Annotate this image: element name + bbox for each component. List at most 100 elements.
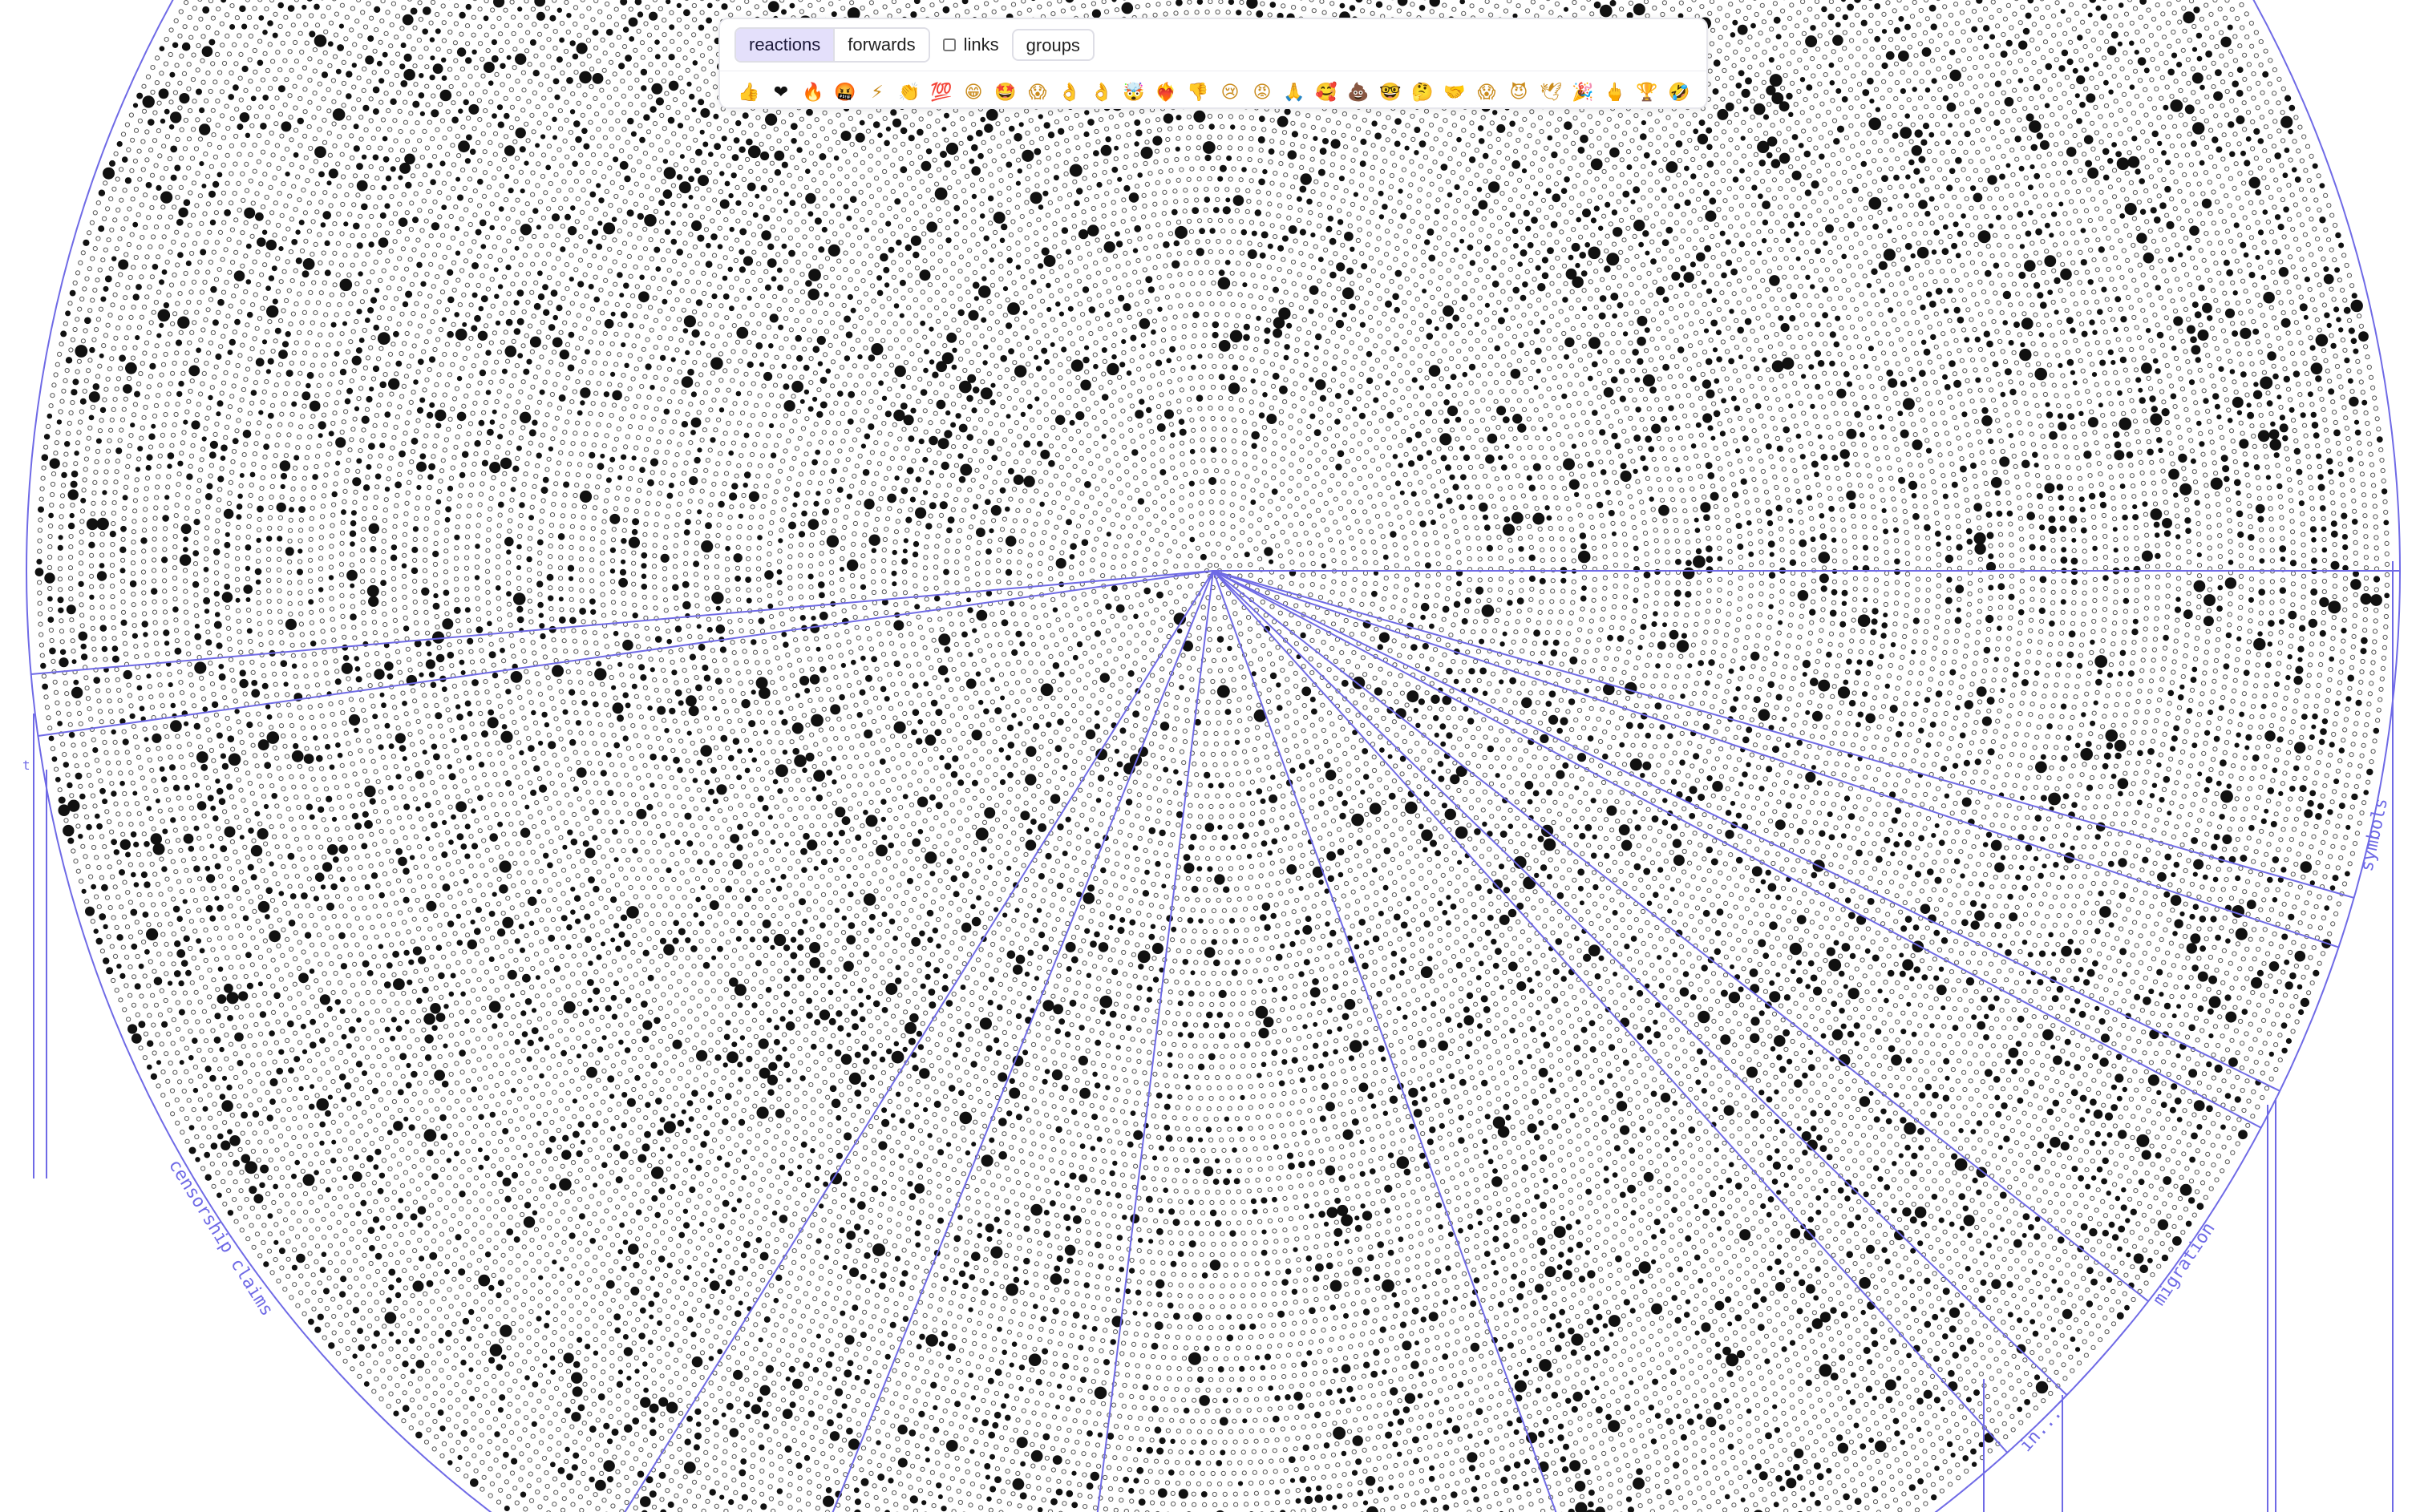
message-dot-1774 xyxy=(1162,328,1166,332)
message-dot-4811 xyxy=(930,266,934,270)
message-dot-862 xyxy=(1355,665,1359,669)
message-dot-426 xyxy=(1170,455,1174,459)
message-dot-3614 xyxy=(903,734,907,738)
message-dot-1370 xyxy=(1002,517,1006,521)
message-dot-3858 xyxy=(1318,213,1322,217)
message-dot-368 xyxy=(1135,649,1139,653)
message-dot-3959 xyxy=(1211,939,1217,945)
message-dot-3286 xyxy=(1470,790,1474,794)
message-dot-4734 xyxy=(913,297,917,301)
message-dot-2636 xyxy=(1209,270,1213,274)
message-dot-2102 xyxy=(1466,650,1470,654)
message-dot-3243 xyxy=(1488,372,1492,376)
message-dot-4926 xyxy=(1553,800,1557,804)
message-dot-2998 xyxy=(912,459,916,463)
message-dot-3360 xyxy=(876,621,880,625)
message-dot-4767 xyxy=(1220,165,1227,172)
message-dot-2658 xyxy=(1401,812,1405,816)
message-dot-2949 xyxy=(1111,871,1115,875)
message-dot-2061 xyxy=(1278,307,1290,319)
message-dot-1784 xyxy=(1264,327,1270,334)
message-dot-824 xyxy=(1187,398,1191,402)
message-dot-531 xyxy=(1093,511,1097,515)
message-dot-1716 xyxy=(1099,787,1103,791)
message-dot-1640 xyxy=(1030,418,1034,422)
message-dot-723 xyxy=(1160,722,1169,730)
message-dot-402 xyxy=(1133,661,1137,665)
message-dot-2762 xyxy=(1123,273,1127,277)
message-dot-4290 xyxy=(914,329,918,334)
message-dot-3705 xyxy=(1182,928,1186,932)
message-dot-4185 xyxy=(1433,879,1437,883)
message-dot-1924 xyxy=(1000,422,1004,427)
message-dot-86 xyxy=(1210,510,1214,514)
message-dot-3654 xyxy=(1567,632,1571,636)
message-dot-4218 xyxy=(1105,936,1109,940)
message-dot-3937 xyxy=(1427,871,1431,875)
message-dot-734 xyxy=(1073,655,1078,661)
message-dot-3038 xyxy=(1483,755,1487,759)
message-dot-191 xyxy=(1207,648,1211,652)
message-dot-2646 xyxy=(1309,285,1319,295)
message-dot-1290 xyxy=(1398,463,1403,468)
message-dot-4595 xyxy=(1599,677,1603,681)
message-dot-1859 xyxy=(1329,797,1333,801)
message-dot-2966 xyxy=(966,773,970,777)
message-dot-2960 xyxy=(1010,817,1014,821)
message-dot-4797 xyxy=(843,382,847,386)
message-dot-789 xyxy=(1371,540,1375,544)
message-dot-1702 xyxy=(1240,813,1244,817)
message-dot-3638 xyxy=(869,491,873,495)
message-dot-4842 xyxy=(1226,156,1232,161)
message-dot-1172 xyxy=(1041,683,1054,696)
message-dot-470 xyxy=(1251,443,1257,449)
message-dot-3886 xyxy=(1539,394,1543,398)
message-dot-3596 xyxy=(1030,869,1034,873)
message-dot-122 xyxy=(1177,629,1182,633)
message-dot-2356 xyxy=(1498,546,1502,550)
message-dot-2856 xyxy=(1341,277,1345,281)
message-dot-4142 xyxy=(1584,484,1588,488)
radial-message-map[interactable]: censorship claims symbols migration in..… xyxy=(0,0,2420,1512)
message-dot-3736 xyxy=(912,770,916,774)
message-dot-2508 xyxy=(1503,632,1507,637)
message-dot-3541 xyxy=(1523,729,1527,733)
message-dot-1615 xyxy=(995,663,999,667)
message-dot-1232 xyxy=(1368,438,1372,442)
message-dot-4034 xyxy=(892,378,896,382)
message-dot-1208 xyxy=(1140,377,1144,381)
message-dot-1576 xyxy=(1337,768,1342,772)
message-dot-1231 xyxy=(1361,430,1365,434)
message-dot-2121 xyxy=(1342,800,1348,807)
message-dot-3293 xyxy=(1417,839,1421,843)
message-dot-4372 xyxy=(856,734,860,738)
message-dot-1312 xyxy=(1394,683,1398,687)
message-dot-1691 xyxy=(1347,774,1351,778)
message-dot-2332 xyxy=(1378,334,1382,338)
message-dot-1932 xyxy=(1058,362,1062,366)
message-dot-4668 xyxy=(985,902,989,906)
message-dot-4030 xyxy=(873,415,877,419)
message-dot-4341 xyxy=(1090,940,1097,948)
message-dot-1072 xyxy=(1024,519,1028,523)
message-dot-2519 xyxy=(1458,737,1462,741)
message-dot-3077 xyxy=(1123,887,1127,891)
message-dot-4010 xyxy=(842,618,849,625)
message-dot-272 xyxy=(1258,657,1262,661)
message-dot-2863 xyxy=(1403,314,1407,318)
message-dot-2561 xyxy=(1067,830,1071,834)
message-dot-3248 xyxy=(1512,414,1522,423)
message-dot-1809 xyxy=(1446,498,1452,504)
message-dot-3804 xyxy=(1142,215,1146,219)
message-dot-74 xyxy=(1212,617,1216,621)
message-dot-835 xyxy=(1298,419,1302,423)
message-dot-430 xyxy=(1211,447,1217,453)
message-dot-3826 xyxy=(1366,243,1370,247)
message-dot-410 xyxy=(1092,589,1096,593)
message-dot-2662 xyxy=(1366,835,1370,839)
message-dot-3647 xyxy=(1572,559,1576,563)
message-dot-1659 xyxy=(1203,334,1207,338)
message-dot-3109 xyxy=(894,661,900,667)
message-dot-1249 xyxy=(1413,604,1417,608)
message-dot-1162 xyxy=(1124,754,1128,758)
